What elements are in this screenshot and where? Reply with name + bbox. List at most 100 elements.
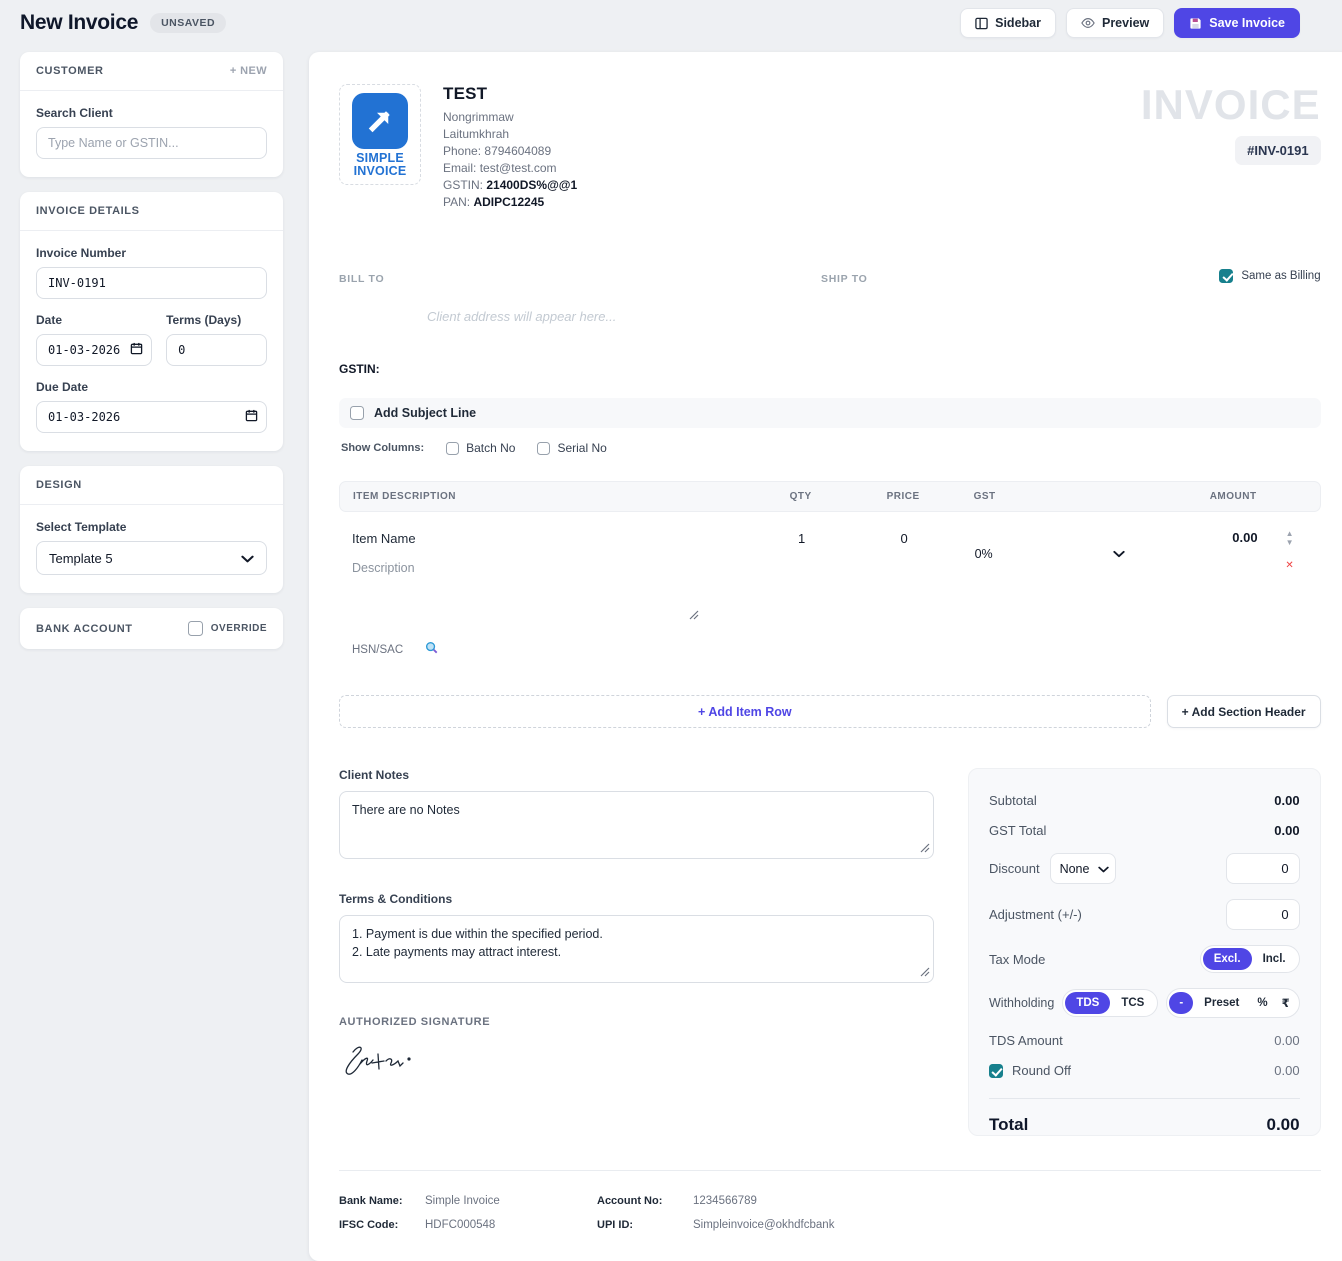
invoice-number-input[interactable] bbox=[36, 267, 267, 299]
customer-panel: CUSTOMER + NEW Search Client bbox=[20, 52, 283, 177]
sidebar-button-label: Sidebar bbox=[995, 16, 1041, 30]
item-name-input[interactable] bbox=[352, 531, 762, 546]
tax-mode-excl-button[interactable]: Excl. bbox=[1203, 948, 1252, 970]
save-invoice-button[interactable]: Save Invoice bbox=[1174, 8, 1300, 38]
customer-panel-body: Search Client bbox=[20, 91, 283, 177]
round-off-value: 0.00 bbox=[1274, 1063, 1299, 1078]
item-qty-input[interactable] bbox=[762, 531, 842, 546]
show-columns-label: Show Columns: bbox=[341, 442, 424, 454]
invoice-details-header: INVOICE DETAILS bbox=[20, 192, 283, 231]
email-value: test@test.com bbox=[480, 161, 557, 175]
item-row: 0% 0.00 ▲ ▼ ✕ bbox=[339, 512, 1321, 581]
override-checkbox[interactable] bbox=[188, 621, 203, 636]
discount-type-select[interactable]: None bbox=[1050, 853, 1116, 884]
page-title: New Invoice bbox=[20, 11, 138, 35]
design-panel-header: DESIGN bbox=[20, 466, 283, 505]
terms-input[interactable] bbox=[166, 334, 267, 366]
logo-word-line2: INVOICE bbox=[346, 165, 414, 178]
sidebar-button[interactable]: Sidebar bbox=[960, 8, 1056, 38]
serial-no-option: Serial No bbox=[537, 441, 606, 455]
phone-label: Phone: bbox=[443, 144, 481, 158]
topbar-actions: Sidebar Preview Save Invoice bbox=[960, 8, 1300, 38]
top-bar: New Invoice UNSAVED Sidebar Preview Save… bbox=[20, 8, 1322, 38]
date-label: Date bbox=[36, 313, 152, 327]
withholding-tds-button[interactable]: TDS bbox=[1065, 992, 1110, 1014]
new-customer-link[interactable]: + NEW bbox=[230, 65, 267, 77]
bill-to-label: BILL TO bbox=[339, 273, 384, 285]
withholding-none-button[interactable]: - bbox=[1169, 992, 1193, 1014]
same-as-billing-checkbox[interactable] bbox=[1219, 269, 1233, 283]
company-logo[interactable]: SIMPLE INVOICE bbox=[339, 84, 421, 185]
notes-column: Client Notes There are no Notes Terms & … bbox=[339, 768, 934, 1136]
adjustment-input[interactable] bbox=[1226, 899, 1300, 930]
tds-amount-label: TDS Amount bbox=[989, 1033, 1063, 1048]
company-address-line2: Laitumkhrah bbox=[443, 126, 577, 143]
gstin-value: 21400DS%@@1 bbox=[486, 178, 577, 192]
preview-button[interactable]: Preview bbox=[1066, 8, 1164, 38]
withholding-percent-button[interactable]: % bbox=[1250, 992, 1274, 1014]
round-off-checkbox[interactable] bbox=[989, 1064, 1003, 1078]
content-area: CUSTOMER + NEW Search Client INVOICE DET… bbox=[20, 52, 1322, 1261]
move-up-icon[interactable]: ▲ bbox=[1286, 530, 1294, 538]
override-label: OVERRIDE bbox=[211, 623, 267, 634]
customer-panel-title: CUSTOMER bbox=[36, 65, 104, 77]
discount-value-input[interactable] bbox=[1226, 853, 1300, 884]
discount-type-value: None bbox=[1060, 862, 1090, 876]
subtotal-value: 0.00 bbox=[1274, 793, 1299, 808]
company-pan: PAN: ADIPC12245 bbox=[443, 194, 577, 211]
batch-no-checkbox[interactable] bbox=[446, 442, 459, 455]
chevron-down-icon bbox=[1113, 545, 1125, 563]
calendar-icon[interactable] bbox=[130, 342, 143, 355]
customer-panel-header: CUSTOMER + NEW bbox=[20, 52, 283, 91]
hsn-search-icon[interactable] bbox=[425, 641, 438, 659]
serial-no-checkbox[interactable] bbox=[537, 442, 550, 455]
calendar-icon[interactable] bbox=[245, 409, 258, 422]
batch-no-label: Batch No bbox=[466, 441, 515, 455]
withholding-label: Withholding bbox=[989, 996, 1054, 1010]
design-panel: DESIGN Select Template Template 5 bbox=[20, 466, 283, 593]
gst-total-row: GST Total 0.00 bbox=[989, 823, 1300, 838]
due-date-input[interactable] bbox=[36, 401, 267, 433]
same-as-billing-row: Same as Billing bbox=[1219, 269, 1320, 283]
due-date-input-wrap bbox=[36, 401, 267, 433]
gst-total-label: GST Total bbox=[989, 823, 1046, 838]
add-section-header-button[interactable]: + Add Section Header bbox=[1167, 695, 1321, 728]
item-description-input[interactable] bbox=[352, 561, 762, 575]
item-price-input[interactable] bbox=[842, 531, 967, 546]
gstin-line: GSTIN: bbox=[339, 362, 1321, 376]
show-columns-row: Show Columns: Batch No Serial No bbox=[339, 441, 1321, 455]
invoice-header-section: SIMPLE INVOICE TEST Nongrimmaw Laitumkhr… bbox=[339, 84, 1321, 211]
same-as-billing-label: Same as Billing bbox=[1241, 270, 1320, 282]
item-gst-select[interactable]: 0% bbox=[967, 530, 1137, 577]
totals-panel: Subtotal 0.00 GST Total 0.00 Discount No… bbox=[968, 768, 1321, 1136]
move-down-icon[interactable]: ▼ bbox=[1286, 539, 1294, 547]
description-resize-grip[interactable] bbox=[689, 607, 1321, 625]
delete-row-icon[interactable]: ✕ bbox=[1285, 560, 1293, 571]
tax-mode-incl-button[interactable]: Incl. bbox=[1252, 948, 1297, 970]
withholding-preset-button[interactable]: Preset bbox=[1193, 992, 1250, 1014]
item-row-controls: ▲ ▼ ✕ bbox=[1272, 530, 1308, 577]
add-subject-checkbox[interactable] bbox=[350, 406, 364, 420]
upi-id-label: UPI ID: bbox=[597, 1219, 693, 1231]
invoice-details-panel: INVOICE DETAILS Invoice Number Date Term… bbox=[20, 192, 283, 451]
withholding-tcs-button[interactable]: TCS bbox=[1110, 992, 1155, 1014]
ifsc-code-value: HDFC000548 bbox=[425, 1219, 597, 1231]
client-notes-textarea[interactable]: There are no Notes bbox=[339, 791, 934, 859]
gst-total-value: 0.00 bbox=[1274, 823, 1299, 838]
subtotal-row: Subtotal 0.00 bbox=[989, 793, 1300, 808]
withholding-rupee-button[interactable]: ₹ bbox=[1275, 991, 1297, 1015]
bank-name-value: Simple Invoice bbox=[425, 1195, 597, 1207]
preview-button-label: Preview bbox=[1102, 16, 1149, 30]
terms-conditions-textarea[interactable]: 1. Payment is due within the specified p… bbox=[339, 915, 934, 983]
status-badge: UNSAVED bbox=[150, 13, 226, 33]
date-terms-row: Date Terms (Days) bbox=[36, 313, 267, 366]
add-item-row-button[interactable]: + Add Item Row bbox=[339, 695, 1151, 728]
ship-to-label: SHIP TO bbox=[821, 273, 868, 285]
template-select[interactable]: Template 5 bbox=[36, 541, 267, 575]
add-buttons-row: + Add Item Row + Add Section Header bbox=[339, 695, 1321, 728]
terms-conditions-label: Terms & Conditions bbox=[339, 892, 934, 906]
search-client-input[interactable] bbox=[36, 127, 267, 159]
client-address-placeholder: Client address will appear here... bbox=[427, 309, 1321, 324]
gstin-label: GSTIN: bbox=[443, 178, 483, 192]
adjustment-row: Adjustment (+/-) bbox=[989, 899, 1300, 930]
